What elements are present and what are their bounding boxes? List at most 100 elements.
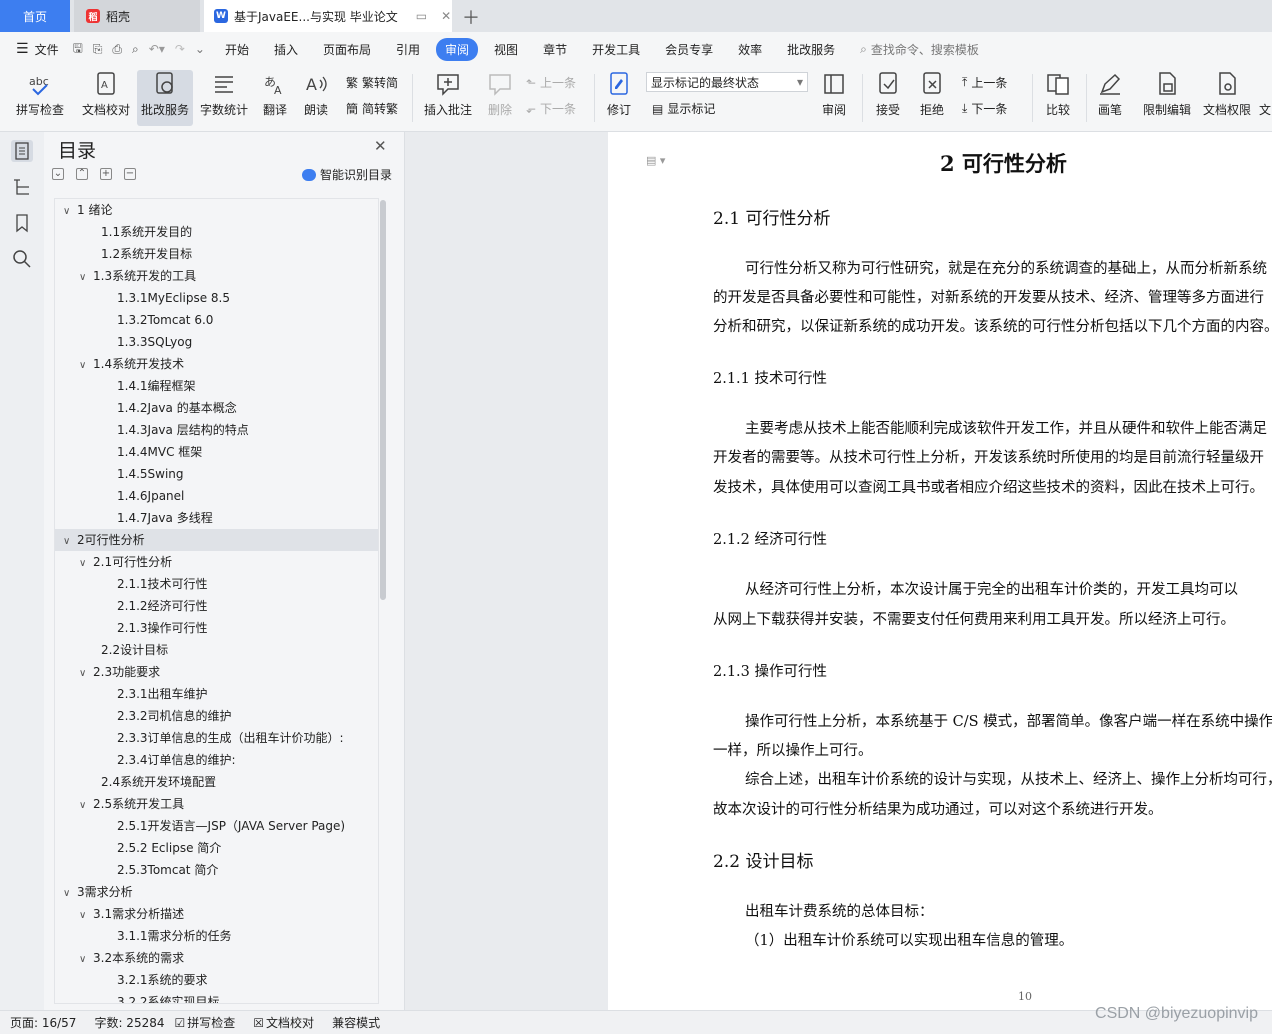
menu-start[interactable]: 开始 bbox=[225, 41, 249, 58]
spell-check-button[interactable]: abc 拼写检查 bbox=[8, 70, 72, 126]
more-quick-icon[interactable]: ⌄ bbox=[195, 42, 205, 56]
toc-item[interactable]: 1.4.1编程框架 bbox=[55, 375, 378, 397]
restrict-edit-button[interactable]: 限制编辑 bbox=[1140, 70, 1194, 126]
toc-item[interactable]: 1.3.2Tomcat 6.0 bbox=[55, 309, 378, 331]
redo-icon[interactable]: ↷ bbox=[175, 42, 185, 56]
toc-item[interactable]: 1.4.2Java 的基本概念 bbox=[55, 397, 378, 419]
toc-item[interactable]: 1.3.1MyEclipse 8.5 bbox=[55, 287, 378, 309]
menu-insert[interactable]: 插入 bbox=[274, 41, 298, 58]
chevron-down-icon[interactable]: ∨ bbox=[79, 267, 93, 289]
translate-button[interactable]: あA 翻译 bbox=[256, 70, 294, 126]
close-icon[interactable]: ✕ bbox=[374, 137, 387, 155]
document-page[interactable]: ▤ ▾ 2 可行性分析 2.1 可行性分析 可行性分析又称为可行性研究，就是在充… bbox=[608, 132, 1272, 1010]
bookmark-icon[interactable] bbox=[11, 212, 33, 234]
chevron-down-icon[interactable]: ∨ bbox=[63, 531, 77, 553]
next-change-button[interactable]: ⤓ 下一条 bbox=[962, 100, 1007, 117]
more-ribbon-button[interactable]: 文 bbox=[1258, 70, 1272, 126]
prev-change-button[interactable]: ⤒ 上一条 bbox=[962, 74, 1007, 91]
page-indicator[interactable]: 页面: 16/57 bbox=[10, 1014, 76, 1031]
chevron-down-icon[interactable]: ∨ bbox=[79, 795, 93, 817]
word-count-button[interactable]: 字数统计 bbox=[198, 70, 250, 126]
insert-comment-button[interactable]: 插入批注 bbox=[420, 70, 476, 126]
menu-chapter[interactable]: 章节 bbox=[543, 41, 567, 58]
toc-item[interactable]: 2.2设计目标 bbox=[55, 639, 378, 661]
toc-item[interactable]: 1.4.4MVC 框架 bbox=[55, 441, 378, 463]
toc-item[interactable]: 1.4.7Java 多线程 bbox=[55, 507, 378, 529]
chevron-down-icon[interactable]: ∨ bbox=[79, 355, 93, 377]
menu-file[interactable]: 文件 bbox=[35, 41, 59, 58]
menu-member[interactable]: 会员专享 bbox=[665, 41, 713, 58]
correct-service-button[interactable]: 批改服务 bbox=[137, 70, 193, 126]
toc-item[interactable]: ∨ 3.2本系统的需求 bbox=[55, 947, 378, 969]
accept-button[interactable]: 接受 bbox=[868, 70, 908, 126]
toc-item[interactable]: 2.4系统开发环境配置 bbox=[55, 771, 378, 793]
toc-item[interactable]: 2.3.2司机信息的维护 bbox=[55, 705, 378, 727]
toc-item[interactable]: 2.3.3订单信息的生成（出租车计价功能）: bbox=[55, 727, 378, 749]
toc-item[interactable]: ∨ 2.1可行性分析 bbox=[55, 551, 378, 573]
toc-item[interactable]: 1.4.5Swing bbox=[55, 463, 378, 485]
word-count-indicator[interactable]: 字数: 25284 bbox=[94, 1014, 164, 1031]
trad-to-simp-button[interactable]: 繁繁转简 bbox=[346, 74, 398, 91]
toc-item[interactable]: 2.5.3Tomcat 简介 bbox=[55, 859, 378, 881]
toc-item[interactable]: 2.3.4订单信息的维护: bbox=[55, 749, 378, 771]
toc-scrollbar[interactable] bbox=[380, 200, 386, 600]
new-tab-icon[interactable]: ＋ bbox=[462, 4, 480, 30]
menu-devtools[interactable]: 开发工具 bbox=[592, 41, 640, 58]
menu-layout[interactable]: 页面布局 bbox=[323, 41, 371, 58]
tab-document[interactable]: W 基于JavaEE...与实现 毕业论文 ▭ ✕ bbox=[204, 0, 452, 32]
next-comment-button[interactable]: ⬐ 下一条 bbox=[526, 100, 576, 117]
compare-button[interactable]: 比较 bbox=[1038, 70, 1078, 126]
toc-item[interactable]: 1.3.3SQLyog bbox=[55, 331, 378, 353]
doc-nav-icon[interactable]: ▤ ▾ bbox=[646, 154, 665, 167]
revise-button[interactable]: 修订 bbox=[600, 70, 638, 126]
review-pane-button[interactable]: 审阅 bbox=[814, 70, 854, 126]
show-markup-button[interactable]: ▤ 显示标记 bbox=[652, 100, 715, 117]
toc-item[interactable]: 2.3.1出租车维护 bbox=[55, 683, 378, 705]
menu-correct[interactable]: 批改服务 bbox=[787, 41, 835, 58]
save-icon[interactable]: 🖫 bbox=[73, 39, 83, 60]
toc-item[interactable]: 2.1.1技术可行性 bbox=[55, 573, 378, 595]
smart-toc-button[interactable]: 智能识别目录 bbox=[302, 166, 392, 183]
toc-item[interactable]: ∨ 2可行性分析 bbox=[55, 529, 378, 551]
spell-check-status[interactable]: 拼写检查 bbox=[187, 1014, 235, 1031]
toc-item[interactable]: 1.1系统开发目的 bbox=[55, 221, 378, 243]
chevron-down-icon[interactable]: ∨ bbox=[79, 949, 93, 971]
toc-item[interactable]: ∨ 1.3系统开发的工具 bbox=[55, 265, 378, 287]
simp-to-trad-button[interactable]: 簡简转繁 bbox=[346, 100, 398, 117]
delete-comment-button[interactable]: 删除 bbox=[480, 70, 520, 126]
tab-daoke[interactable]: 稻 稻壳 bbox=[74, 0, 200, 32]
toc-item[interactable]: 2.5.2 Eclipse 简介 bbox=[55, 837, 378, 859]
doc-proof-button[interactable]: A 文档校对 bbox=[78, 70, 134, 126]
export-icon[interactable]: ⎘ bbox=[93, 42, 103, 57]
remove-level-icon[interactable]: − bbox=[124, 168, 136, 180]
preview-icon[interactable]: ⌕ bbox=[132, 42, 139, 57]
reject-button[interactable]: 拒绝 bbox=[912, 70, 952, 126]
find-icon[interactable] bbox=[11, 248, 33, 270]
read-aloud-button[interactable]: A 朗读 bbox=[298, 70, 334, 126]
chevron-down-icon[interactable]: ∨ bbox=[79, 553, 93, 575]
toc-item[interactable]: 2.1.3操作可行性 bbox=[55, 617, 378, 639]
toc-item[interactable]: 2.1.2经济可行性 bbox=[55, 595, 378, 617]
chevron-down-icon[interactable]: ∨ bbox=[79, 663, 93, 685]
toc-item[interactable]: ∨ 3需求分析 bbox=[55, 881, 378, 903]
toc-item[interactable]: 3.2.1系统的要求 bbox=[55, 969, 378, 991]
chevron-down-icon[interactable]: ∨ bbox=[63, 201, 77, 223]
toc-item[interactable]: 1.4.3Java 层结构的特点 bbox=[55, 419, 378, 441]
chevron-down-icon[interactable]: ∨ bbox=[63, 883, 77, 905]
hamburger-icon[interactable]: ☰ bbox=[16, 41, 29, 57]
menu-reference[interactable]: 引用 bbox=[396, 41, 420, 58]
toc-item[interactable]: ∨ 2.5系统开发工具 bbox=[55, 793, 378, 815]
toc-item[interactable]: ∨ 3.1需求分析描述 bbox=[55, 903, 378, 925]
prev-comment-button[interactable]: ⬑ 上一条 bbox=[526, 74, 576, 91]
menu-review[interactable]: 审阅 bbox=[436, 37, 479, 61]
collapse-all-icon[interactable]: ⌄ bbox=[52, 168, 64, 180]
toc-panel-icon[interactable] bbox=[11, 140, 33, 162]
undo-icon[interactable]: ↶▾ bbox=[149, 42, 165, 56]
toc-item[interactable]: 2.5.1开发语言—JSP（JAVA Server Page) bbox=[55, 815, 378, 837]
markup-state-select[interactable]: 显示标记的最终状态 ▾ bbox=[646, 72, 808, 92]
nav-pane-icon[interactable] bbox=[11, 176, 33, 198]
add-level-icon[interactable]: + bbox=[100, 168, 112, 180]
command-search[interactable]: 查找命令、搜索模板 bbox=[871, 41, 979, 58]
expand-up-icon[interactable]: ⌃ bbox=[76, 168, 88, 180]
tab-home[interactable]: 首页 bbox=[0, 0, 70, 32]
